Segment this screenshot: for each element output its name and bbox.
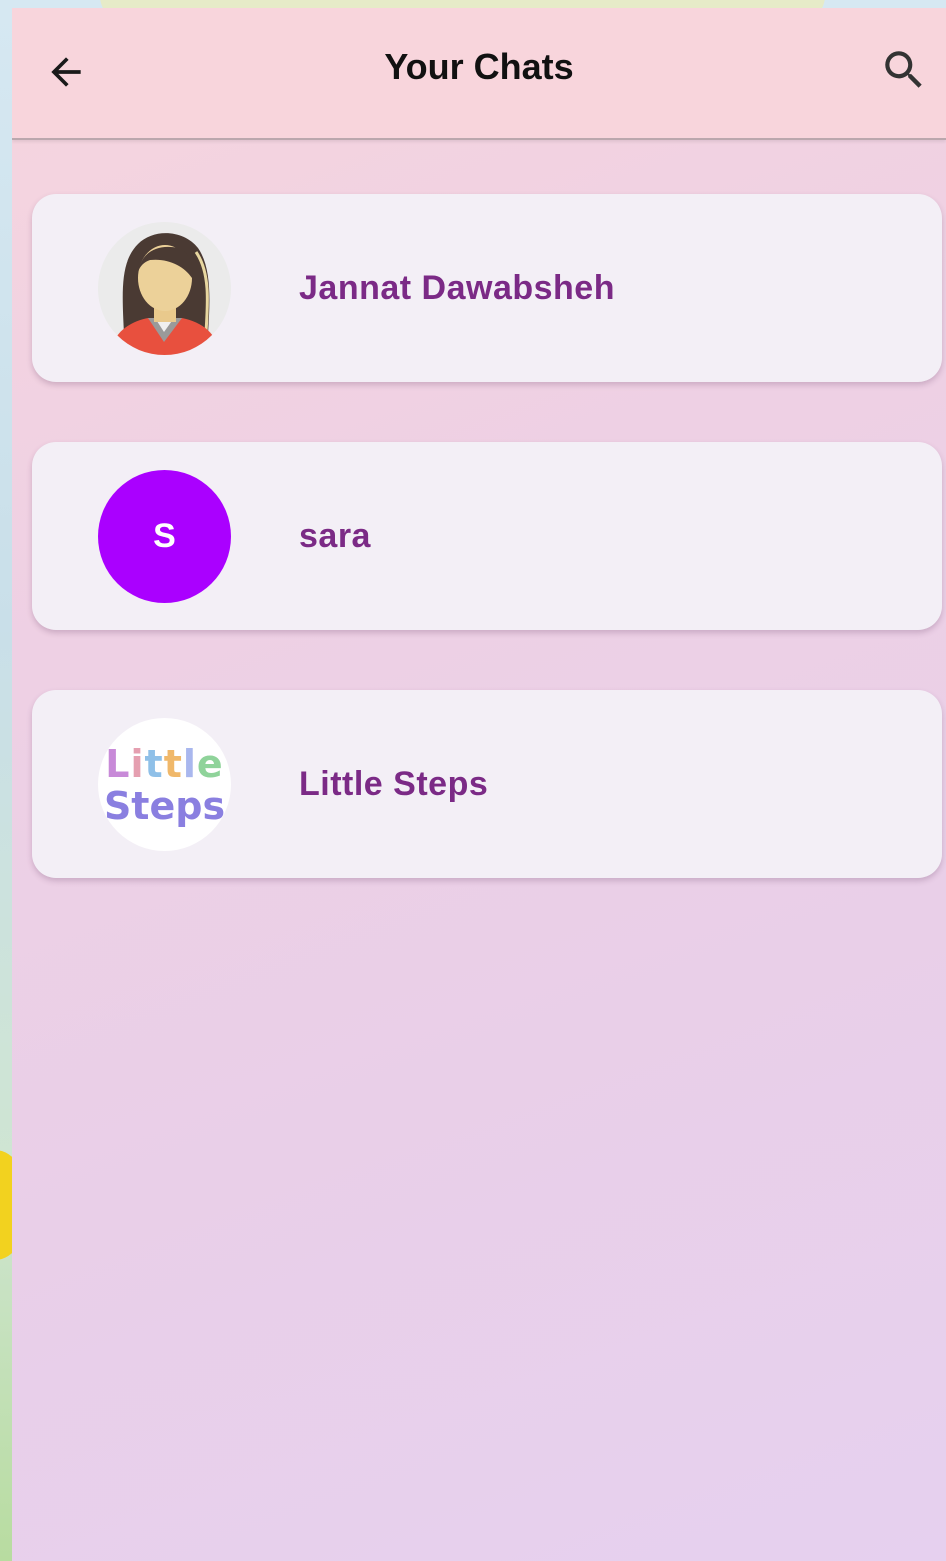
chat-item-jannat-dawabsheh[interactable]: Jannat Dawabsheh [32,194,942,382]
woman-avatar-icon [98,222,231,355]
app-bar: Your Chats [12,8,946,140]
chat-name: Little Steps [299,764,489,803]
chat-name: Jannat Dawabsheh [299,268,615,307]
little-steps-logo: Little Steps [98,718,231,851]
chat-name: sara [299,516,371,555]
chat-item-sara[interactable]: S sara [32,442,942,630]
chats-screen: Your Chats Jannat Dawabsheh S sara Littl… [12,8,946,1561]
chat-item-little-steps[interactable]: Little Steps Little Steps [32,690,942,878]
page-title: Your Chats [384,46,574,87]
avatar: S [98,470,231,603]
search-icon [885,51,922,88]
search-button[interactable] [874,40,934,100]
